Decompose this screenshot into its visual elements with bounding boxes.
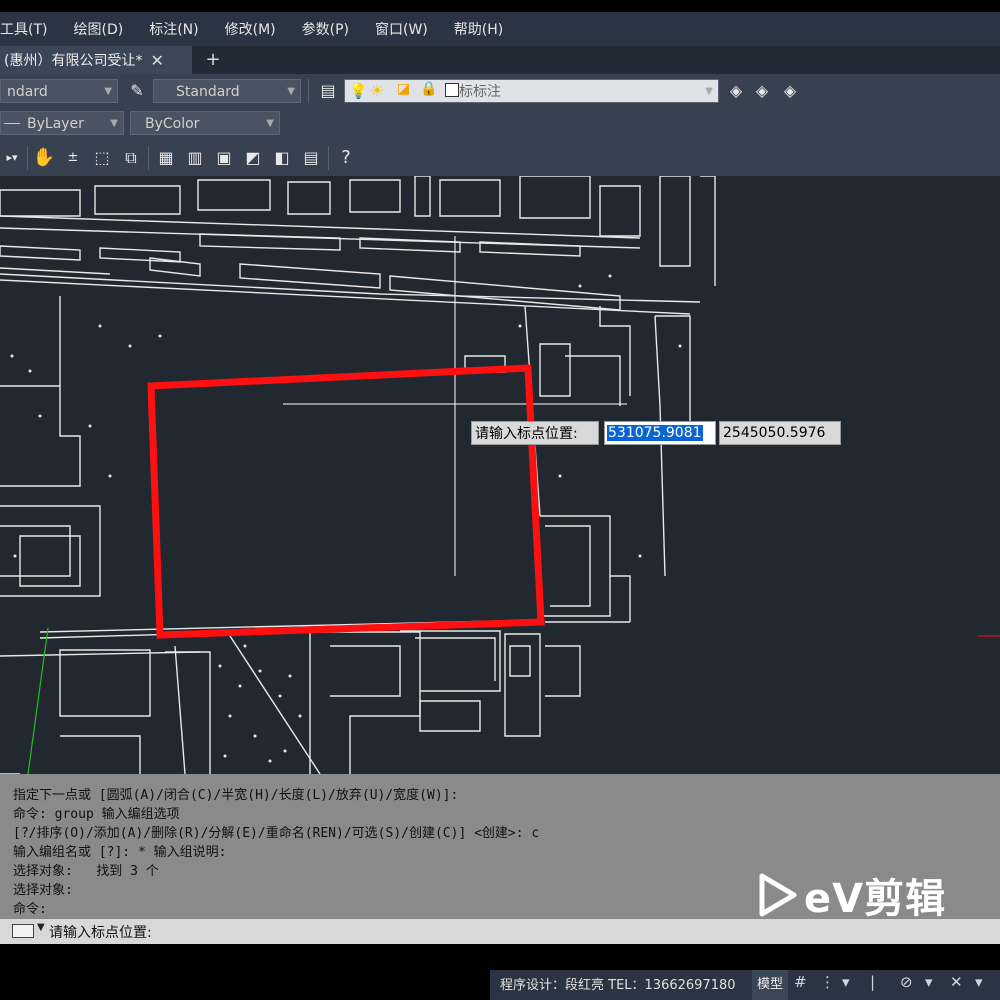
zoom-realtime-icon[interactable]: ± — [61, 146, 85, 170]
coordinate-y-input[interactable]: 2545050.5976 — [719, 421, 841, 445]
grid-icon[interactable]: # — [794, 973, 807, 991]
coordinate-x-value: 531075.9081 — [607, 425, 703, 441]
status-toggles: # ⋮ ▾ | ⊘ ▾ ✕ ▾ — [790, 970, 1000, 1000]
history-line: 命令: group 输入编组选项 — [13, 807, 180, 822]
properties-toolbar-2: ByLayer ▼ ByColor ▼ — [0, 108, 1000, 140]
ortho-icon[interactable]: | — [870, 973, 875, 991]
menu-parametric[interactable]: 参数(P) — [289, 19, 362, 39]
menu-modify[interactable]: 修改(M) — [212, 19, 289, 39]
object-snap-icon[interactable]: ✕ — [950, 973, 963, 991]
dim-style-icon[interactable]: ✎ — [125, 79, 149, 103]
standard-toolbar: ▸▾ ✋ ± ⬚ ⧉ ▦ ▥ ▣ ◩ ◧ ▤ ? — [0, 140, 1000, 176]
menu-draw[interactable]: 绘图(D) — [60, 19, 136, 39]
toolbar-divider — [148, 146, 149, 170]
input-prompt-label: 请输入标点位置: — [471, 421, 599, 445]
status-info-text: 程序设计：段红亮 TEL：13662697180 — [500, 978, 736, 993]
make-current-layer-icon[interactable]: ◈ — [724, 79, 748, 103]
properties-icon[interactable]: ▦ — [154, 146, 178, 170]
status-info: 程序设计：段红亮 TEL：13662697180 — [490, 970, 790, 1000]
viewport-freeze-icon[interactable]: ◪ — [397, 81, 410, 97]
document-tab-title: (惠州）有限公司受让* — [4, 53, 143, 69]
sheet-set-icon[interactable]: ◩ — [241, 146, 265, 170]
help-icon[interactable]: ? — [334, 146, 358, 170]
coordinate-x-input[interactable]: 531075.9081 — [604, 421, 716, 445]
new-tab-button[interactable]: + — [200, 48, 226, 72]
chevron-down-icon[interactable]: ▼ — [37, 922, 45, 933]
menu-bar: 工具(T) 绘图(D) 标注(N) 修改(M) 参数(P) 窗口(W) 帮助(H… — [0, 12, 1000, 46]
model-space-button[interactable]: 模型 — [752, 970, 788, 1000]
color-select[interactable]: ByColor ▼ — [130, 111, 280, 135]
toolbar-divider — [308, 79, 309, 103]
markup-icon[interactable]: ◧ — [270, 146, 294, 170]
chevron-down-icon: ▼ — [705, 86, 713, 97]
layer-manager-icon[interactable]: ▤ — [316, 79, 340, 103]
polar-icon[interactable]: ⊘ — [900, 973, 913, 991]
drawing-canvas[interactable]: 请输入标点位置: 531075.9081 2545050.5976 — [0, 176, 1000, 774]
top-strip — [0, 0, 1000, 12]
history-line: [?/排序(O)/添加(A)/删除(R)/分解(E)/重命名(REN)/可选(S… — [13, 826, 540, 841]
command-line-icon[interactable] — [12, 924, 34, 938]
layer-on-icon[interactable]: 💡 — [349, 82, 368, 100]
dropdown-arrow-icon[interactable]: ▸▾ — [0, 146, 24, 170]
history-line: 命令: — [13, 902, 47, 917]
status-gap — [0, 944, 1000, 970]
video-watermark: eV剪辑 — [758, 870, 946, 922]
dim-style-select[interactable]: Standard ▼ — [153, 79, 301, 103]
menu-tools[interactable]: 工具(T) — [0, 19, 60, 39]
menu-dimension[interactable]: 标注(N) — [136, 19, 211, 39]
color-value: ByColor — [145, 116, 200, 132]
toolbar-divider — [328, 146, 329, 170]
chevron-down-icon[interactable]: ▾ — [975, 973, 983, 991]
match-layer-icon[interactable]: ◈ — [750, 79, 774, 103]
chevron-down-icon[interactable]: ▾ — [925, 973, 933, 991]
menu-help[interactable]: 帮助(H) — [441, 19, 516, 39]
chevron-down-icon: ▼ — [104, 86, 112, 97]
layer-color-swatch — [445, 83, 459, 97]
lock-icon[interactable]: 🔒 — [420, 81, 437, 97]
text-style-select[interactable]: ndard ▼ — [0, 79, 118, 103]
command-line-text: 请输入标点位置: — [49, 925, 152, 941]
previous-layer-icon[interactable]: ◈ — [778, 79, 802, 103]
snap-icon[interactable]: ⋮ — [820, 973, 835, 991]
pan-hand-icon[interactable]: ✋ — [32, 146, 56, 170]
history-line: 输入编组名或 [?]: * 输入组说明: — [13, 845, 227, 860]
document-tab[interactable]: (惠州）有限公司受让* ✕ — [0, 46, 192, 74]
history-line: 选择对象: — [13, 883, 73, 898]
chevron-down-icon: ▼ — [287, 86, 295, 97]
linetype-sample-icon — [4, 123, 20, 124]
chevron-down-icon: ▼ — [110, 118, 118, 129]
properties-toolbar-1: ndard ▼ ✎ Standard ▼ ▤ 坐标标注 ▼ 💡 ☀ ◪ 🔒 ◈ ◈ ◈ — [0, 74, 1000, 108]
history-line: 选择对象: 找到 3 个 — [13, 864, 159, 879]
tool-palettes-icon[interactable]: ▣ — [212, 146, 236, 170]
zoom-previous-icon[interactable]: ⧉ — [119, 146, 143, 170]
play-logo-icon — [759, 873, 797, 917]
watermark-text: eV剪辑 — [804, 876, 947, 922]
cad-drawing — [0, 176, 1000, 774]
calculator-icon[interactable]: ▤ — [299, 146, 323, 170]
document-tab-bar: (惠州）有限公司受让* ✕ + — [0, 46, 1000, 74]
toolbar-divider — [27, 146, 28, 170]
menu-window[interactable]: 窗口(W) — [362, 19, 441, 39]
close-tab-icon[interactable]: ✕ — [150, 51, 163, 70]
linetype-value: ByLayer — [27, 116, 84, 132]
sun-icon[interactable]: ☀ — [370, 81, 384, 100]
chevron-down-icon: ▼ — [266, 118, 274, 129]
dim-style-value: Standard — [176, 84, 240, 100]
chevron-down-icon[interactable]: ▾ — [842, 973, 850, 991]
history-line: 指定下一点或 [圆弧(A)/闭合(C)/半宽(H)/长度(L)/放弃(U)/宽度… — [13, 788, 459, 803]
design-center-icon[interactable]: ▥ — [183, 146, 207, 170]
zoom-window-icon[interactable]: ⬚ — [90, 146, 114, 170]
text-style-value: ndard — [7, 84, 48, 100]
